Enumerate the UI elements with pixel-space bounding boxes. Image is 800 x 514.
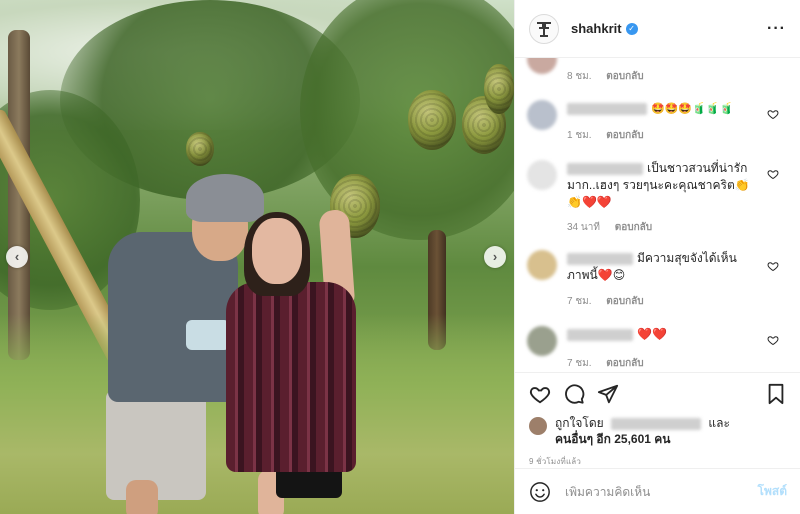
post-timestamp[interactable]: 9 ชั่วโมงที่แล้ว [529,455,787,468]
comment-avatar[interactable] [527,100,557,130]
post-actions: ถูกใจโดย และ คนอื่นๆ อีก 25,601 คน 9 ชั่… [515,372,800,468]
verified-badge-icon: ✓ [625,22,638,35]
bucket-hat [186,174,264,222]
man-leg [126,480,158,514]
post-sidebar: shahkrit ✓ ··· 8 ชม. ตอบกลับ 🤩🤩🤩🧃🧃🧃 1 ชม… [514,0,800,514]
likes-text: ถูกใจโดย และ คนอื่นๆ อีก 25,601 คน [555,415,730,447]
reply-button[interactable]: ตอบกลับ [606,130,643,141]
blurred-username [567,328,633,341]
blurred-username [567,162,643,175]
fountain-logo-icon [537,21,551,37]
comment-avatar[interactable] [527,326,557,356]
emoji-icon[interactable] [529,481,551,503]
heart-icon[interactable] [529,383,551,405]
comment-time: 7 ชม. [567,296,592,307]
reply-button[interactable]: ตอบกลับ [606,296,643,307]
action-icons-row [529,381,787,407]
durian-fruit [408,90,456,150]
reply-button[interactable]: ตอบกลับ [606,71,643,82]
comment-body: ❤️❤️ [637,327,667,341]
more-options-icon[interactable]: ··· [767,20,786,38]
woman-head [252,218,302,284]
blurred-liker-name[interactable] [611,417,702,430]
comment-meta: 7 ชม. ตอบกลับ [567,356,656,371]
comment-avatar[interactable] [527,58,557,74]
like-comment-heart-icon[interactable] [767,108,779,120]
likes-others[interactable]: คนอื่นๆ อีก 25,601 คน [555,432,671,446]
comment-time: 1 ชม. [567,130,592,141]
likes-and: และ [708,416,730,430]
post-comment-button[interactable]: โพสต์ [758,482,787,501]
durian-fruit [186,132,214,166]
likes-prefix: ถูกใจโดย [555,416,604,430]
likes-summary[interactable]: ถูกใจโดย และ คนอื่นๆ อีก 25,601 คน [529,415,787,447]
comment-meta: 8 ชม. ตอบกลับ [567,69,656,84]
reply-button[interactable]: ตอบกลับ [615,222,652,233]
comment-text: ❤️❤️ [567,326,757,343]
comment-text: มีความสุขจังได้เห็นภาพนี้❤️😊 [567,250,757,284]
comment-meta: 7 ชม. ตอบกลับ [567,294,656,309]
add-comment-bar: โพสต์ [515,468,800,514]
post-header: shahkrit ✓ ··· [515,0,800,58]
comment-text: เป็นชาวสวนที่น่ารักมาก..เฮงๆ รวยๆนะคะคุณ… [567,160,757,211]
bookmark-icon[interactable] [765,383,787,405]
face-mask [186,320,230,350]
comment-avatar[interactable] [527,250,557,280]
comment-time: 34 นาที [567,222,600,233]
plaid-shirt [226,282,356,472]
like-comment-heart-icon[interactable] [767,168,779,180]
username[interactable]: shahkrit [571,21,622,36]
prev-image-button[interactable]: ‹ [6,246,28,268]
next-image-button[interactable]: › [484,246,506,268]
comment-meta: 1 ชม. ตอบกลับ [567,128,656,143]
blurred-username [567,102,647,115]
comment-body: 🤩🤩🤩🧃🧃🧃 [651,103,734,115]
like-comment-heart-icon[interactable] [767,334,779,346]
comment-time: 8 ชม. [567,71,592,82]
blurred-username [567,252,633,265]
durian-fruit [484,64,514,114]
comment-time: 7 ชม. [567,358,592,369]
comments-list: 8 ชม. ตอบกลับ 🤩🤩🤩🧃🧃🧃 1 ชม. ตอบกลับ เป็นช… [515,58,800,372]
post-photo[interactable]: ‹ › [0,0,514,514]
reply-button[interactable]: ตอบกลับ [606,358,643,369]
comment-text: 🤩🤩🤩🧃🧃🧃 [567,100,757,118]
comment-meta: 34 นาที ตอบกลับ [567,220,664,235]
like-comment-heart-icon[interactable] [767,260,779,272]
profile-avatar[interactable] [529,13,559,44]
share-icon[interactable] [597,383,619,405]
comment-icon[interactable] [563,383,585,405]
liker-avatar[interactable] [529,417,547,435]
comment-avatar[interactable] [527,160,557,190]
comment-input[interactable] [565,484,758,499]
